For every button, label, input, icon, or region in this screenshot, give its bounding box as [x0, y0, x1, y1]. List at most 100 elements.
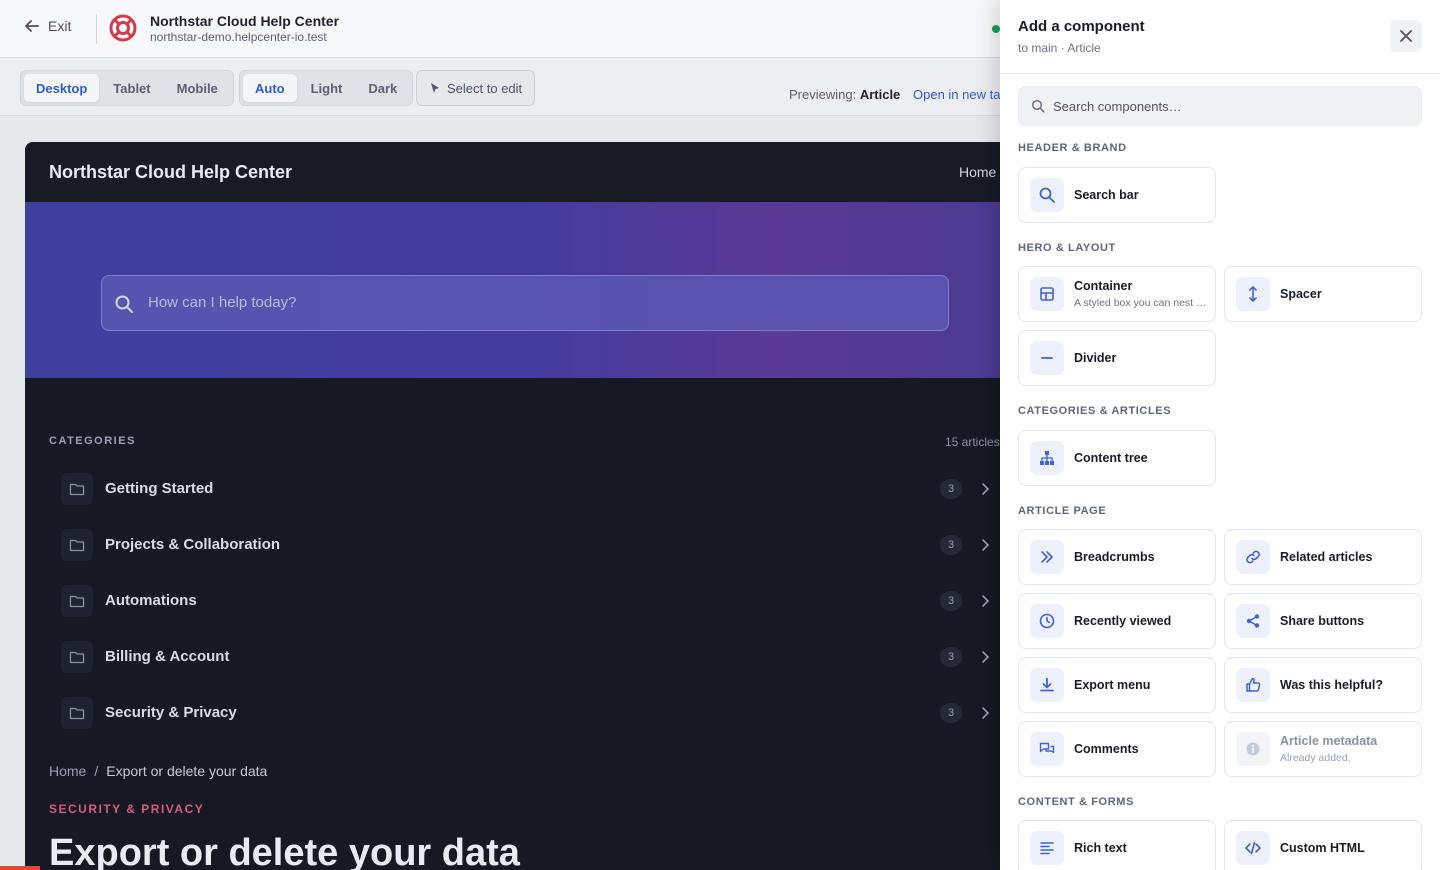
chevron-right-icon [982, 539, 990, 551]
component-spacer[interactable]: Spacer [1224, 266, 1422, 322]
grid-icon [1030, 277, 1064, 311]
link-icon [1236, 540, 1270, 574]
breadcrumb-current: Export or delete your data [106, 763, 268, 779]
component-export-menu[interactable]: Export menu [1018, 657, 1216, 713]
component-label: Export menu [1074, 678, 1151, 692]
category-name: Getting Started [105, 480, 214, 497]
vertical-arrows-icon [1236, 277, 1270, 311]
divider [96, 14, 97, 44]
progress-indicator [0, 866, 40, 870]
device-desktop[interactable]: Desktop [24, 74, 100, 102]
component-label: Related articles [1280, 550, 1373, 564]
search-icon [1031, 99, 1045, 113]
previewing-info: Previewing: Article [789, 87, 900, 102]
component-divider[interactable]: Divider [1018, 330, 1216, 386]
drawer-title: Add a component [1018, 18, 1145, 35]
component-label: Share buttons [1280, 614, 1365, 628]
category-count-badge: 3 [940, 703, 962, 723]
search-icon [1030, 178, 1064, 212]
articles-count: 15 articles [945, 435, 1000, 449]
download-icon [1030, 668, 1064, 702]
group-hero-layout: HERO & LAYOUT [1018, 242, 1116, 254]
lifebuoy-logo-icon [109, 14, 137, 42]
hero-section: How can I help today? [25, 202, 1025, 378]
exit-label: Exit [48, 18, 72, 34]
preview-canvas: Northstar Cloud Help Center Home How can… [25, 142, 1025, 870]
component-recently-viewed[interactable]: Recently viewed [1018, 593, 1216, 649]
component-comments[interactable]: Comments [1018, 721, 1216, 777]
category-row[interactable]: Security & Privacy 3 [61, 693, 1001, 733]
category-row[interactable]: Getting Started 3 [61, 469, 1001, 509]
category-name: Security & Privacy [105, 704, 237, 721]
category-row[interactable]: Projects & Collaboration 3 [61, 525, 1001, 565]
device-mobile[interactable]: Mobile [165, 74, 230, 102]
breadcrumb-home[interactable]: Home [49, 763, 86, 779]
component-container[interactable]: Container A styled box you can nest comp… [1018, 266, 1216, 322]
device-switcher: Desktop Tablet Mobile [20, 70, 234, 106]
close-button[interactable] [1390, 20, 1422, 52]
component-was-this-helpful[interactable]: Was this helpful? [1224, 657, 1422, 713]
add-component-drawer: Add a component to main · Article HEADER… [1000, 0, 1440, 870]
breadcrumb-separator: / [94, 763, 99, 779]
component-search [1018, 86, 1422, 126]
hero-search-placeholder: How can I help today? [148, 294, 297, 311]
category-count-badge: 3 [940, 647, 962, 667]
component-article-metadata: Article metadata Already added. [1224, 721, 1422, 777]
component-content-tree[interactable]: Content tree [1018, 430, 1216, 486]
component-related-articles[interactable]: Related articles [1224, 529, 1422, 585]
component-label: Divider [1074, 351, 1117, 365]
thumbs-up-icon [1236, 668, 1270, 702]
chevron-right-icon [982, 651, 990, 663]
folder-icon [61, 529, 93, 561]
category-row[interactable]: Billing & Account 3 [61, 637, 1001, 677]
component-search-input[interactable] [1053, 87, 1413, 125]
component-label: Custom HTML [1280, 841, 1365, 855]
select-to-edit-button[interactable]: Select to edit [416, 70, 536, 106]
category-count-badge: 3 [940, 591, 962, 611]
info-icon [1236, 732, 1270, 766]
group-content-forms: CONTENT & FORMS [1018, 796, 1134, 808]
component-label: Was this helpful? [1280, 678, 1384, 692]
hero-search-input[interactable]: How can I help today? [101, 275, 949, 331]
previewing-label: Previewing: [789, 87, 857, 102]
component-label: Breadcrumbs [1074, 550, 1155, 564]
component-label: Recently viewed [1074, 614, 1172, 628]
component-description: A styled box you can nest components in [1074, 297, 1210, 309]
folder-icon [61, 641, 93, 673]
theme-dark[interactable]: Dark [356, 74, 409, 102]
component-share-buttons[interactable]: Share buttons [1224, 593, 1422, 649]
component-label: Article metadata [1280, 734, 1378, 748]
arrow-left-icon [25, 20, 39, 32]
exit-button[interactable]: Exit [24, 18, 71, 34]
chevron-right-icon [982, 483, 990, 495]
category-count-badge: 3 [940, 479, 962, 499]
component-label: Comments [1074, 742, 1139, 756]
search-icon [115, 295, 133, 313]
group-header-brand: HEADER & BRAND [1018, 142, 1127, 154]
folder-icon [61, 473, 93, 505]
component-search-bar[interactable]: Search bar [1018, 167, 1216, 223]
component-label: Rich text [1074, 841, 1127, 855]
status-indicator [992, 25, 1000, 33]
category-name: Projects & Collaboration [105, 536, 281, 553]
select-to-edit-label: Select to edit [447, 80, 523, 96]
component-label: Container [1074, 279, 1133, 293]
category-count-badge: 3 [940, 535, 962, 555]
category-row[interactable]: Automations 3 [61, 581, 1001, 621]
folder-icon [61, 585, 93, 617]
component-custom-html[interactable]: Custom HTML [1224, 820, 1422, 870]
device-tablet[interactable]: Tablet [101, 74, 162, 102]
component-label: Search bar [1074, 188, 1139, 202]
open-new-tab-link[interactable]: Open in new tab [913, 87, 1008, 102]
component-breadcrumbs[interactable]: Breadcrumbs [1018, 529, 1216, 585]
text-align-icon [1030, 831, 1064, 865]
drawer-header: Add a component to main · Article [1000, 0, 1440, 74]
component-description: Already added. [1280, 752, 1351, 764]
minus-icon [1030, 341, 1064, 375]
nav-home-link[interactable]: Home [959, 164, 996, 180]
component-label: Spacer [1280, 287, 1322, 301]
theme-auto[interactable]: Auto [243, 74, 297, 102]
component-rich-text[interactable]: Rich text [1018, 820, 1216, 870]
theme-light[interactable]: Light [299, 74, 355, 102]
component-label: Content tree [1074, 451, 1148, 465]
